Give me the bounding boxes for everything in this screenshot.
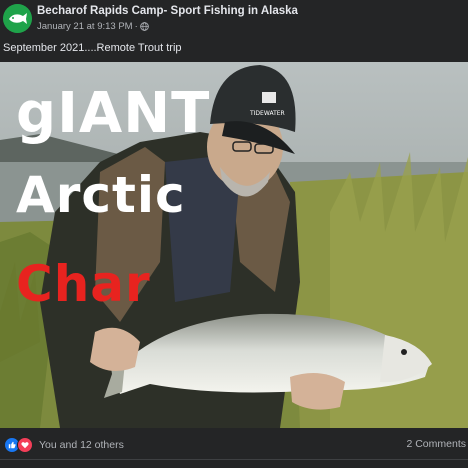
footer-divider (0, 459, 468, 460)
post-meta: January 21 at 9:13 PM · (37, 21, 149, 32)
post-caption: September 2021....Remote Trout trip (3, 42, 182, 54)
post-header: Becharof Rapids Camp- Sport Fishing in A… (0, 0, 468, 54)
page-name-link[interactable]: Becharof Rapids Camp- Sport Fishing in A… (37, 5, 298, 17)
love-icon (17, 437, 33, 453)
post-timestamp[interactable]: January 21 at 9:13 PM (37, 21, 133, 32)
reactions-summary[interactable]: You and 12 others (4, 437, 124, 453)
meta-separator: · (134, 21, 138, 32)
overlay-title-line3: Char (16, 255, 151, 313)
globe-icon (139, 22, 149, 31)
post-footer: You and 12 others 2 Comments (0, 428, 468, 468)
comments-count-link[interactable]: 2 Comments (406, 438, 466, 450)
reactions-count-text[interactable]: You and 12 others (39, 439, 124, 451)
overlay-title-line2: Arctic (16, 166, 186, 224)
cap-logo-text: TIDEWATER (249, 110, 285, 117)
overlay-title-line1: gIANT (16, 81, 211, 146)
post-photo[interactable]: TIDEWATER gIANT Arctic Char (0, 62, 468, 428)
page-avatar[interactable] (3, 4, 32, 33)
